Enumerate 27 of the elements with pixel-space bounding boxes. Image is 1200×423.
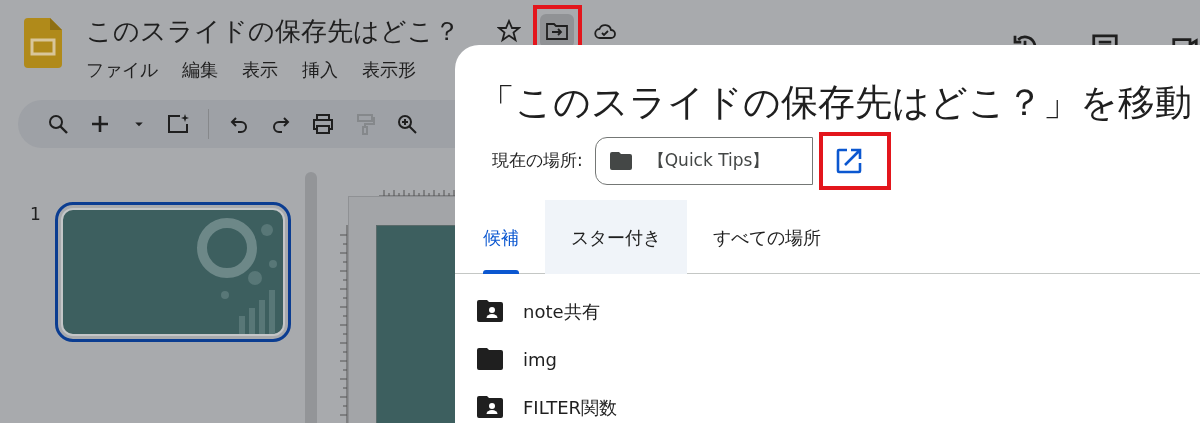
folder-name[interactable]: img	[523, 345, 557, 373]
folder-name[interactable]: FILTER関数	[523, 393, 618, 421]
search-icon[interactable]	[46, 112, 70, 136]
folder-name[interactable]: note共有	[523, 297, 600, 325]
star-icon	[497, 19, 521, 43]
menu-item[interactable]: 編集	[182, 56, 218, 83]
slide-number: 1	[30, 203, 42, 226]
new-slide-icon[interactable]	[166, 112, 190, 136]
menu-item[interactable]: 挿入	[302, 56, 338, 83]
move-folder-button[interactable]	[540, 14, 574, 48]
open-in-new-icon	[834, 147, 863, 175]
document-title[interactable]: このスライドの保存先はどこ？	[86, 11, 460, 51]
menu-item[interactable]: 表示形	[362, 56, 416, 83]
tab[interactable]: すべての場所	[687, 200, 847, 274]
location-chip[interactable]: 【Quick Tips】	[594, 137, 813, 185]
menu-item[interactable]: ファイル	[86, 56, 158, 83]
tab[interactable]: 候補	[457, 200, 545, 274]
folder-icon	[609, 152, 632, 170]
zoom-in-icon[interactable]	[395, 112, 419, 136]
location-label: 現在の場所:	[492, 149, 583, 173]
location-name: 【Quick Tips】	[647, 149, 770, 173]
dialog-title: 「このスライドの保存先はどこ？」を移動	[478, 80, 1192, 126]
menu-item[interactable]: 表示	[242, 56, 278, 83]
slide-thumbnail[interactable]	[55, 202, 291, 342]
slides-logo-icon[interactable]	[24, 18, 62, 68]
tab[interactable]: スター付き	[545, 200, 687, 274]
print-icon[interactable]	[311, 112, 335, 136]
